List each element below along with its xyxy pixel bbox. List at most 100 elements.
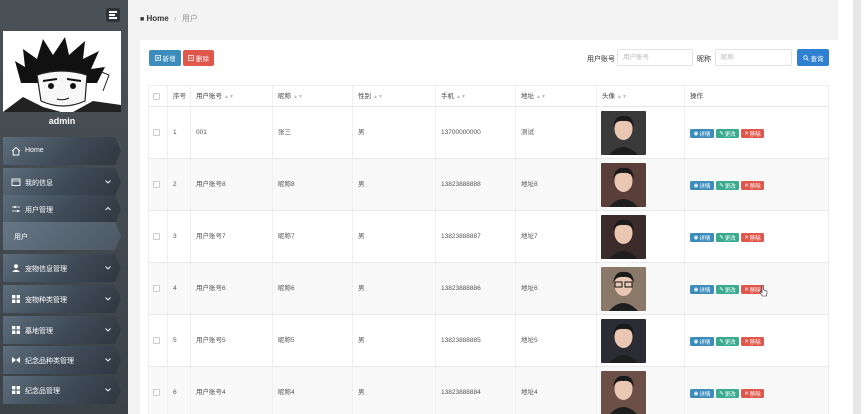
detail-button[interactable]: ◉ 详情	[690, 181, 714, 190]
menu-toggle-icon[interactable]	[106, 8, 120, 22]
scrollbar-thumb[interactable]	[853, 0, 861, 414]
cell-address: 测试	[516, 107, 597, 158]
column-header-address[interactable]: 地址 ▲▼	[516, 86, 597, 106]
close-icon: ✕	[744, 286, 749, 293]
delete-button[interactable]: ✕ 移除	[741, 181, 764, 190]
column-header-nickname[interactable]: 昵称 ▲▼	[273, 86, 353, 106]
detail-button[interactable]: ◉ 详情	[690, 285, 714, 294]
edit-button[interactable]: ✎ 更改	[716, 285, 739, 294]
edit-button[interactable]: ✎ 更改	[716, 233, 739, 242]
add-button[interactable]: 新增	[149, 50, 181, 66]
sidebar-item-home[interactable]: Home	[3, 137, 121, 165]
breadcrumb-home[interactable]: Home	[146, 14, 168, 23]
cell-nickname: 昵称5	[273, 315, 353, 366]
edit-icon: ✎	[719, 182, 724, 189]
close-icon: ✕	[744, 130, 749, 137]
minus-square-icon	[188, 55, 194, 61]
detail-button[interactable]: ◉ 详情	[690, 389, 714, 398]
cell-account: 用户账号7	[191, 211, 273, 262]
home-icon: ■	[140, 16, 145, 23]
delete-button[interactable]: ✕ 移除	[741, 129, 764, 138]
row-checkbox[interactable]	[153, 181, 160, 188]
table-header: 序号 用户账号 ▲▼ 昵称 ▲▼ 性别 ▲▼ 手机 ▲▼ 地址 ▲▼ 头像 ▲▼ 操作	[149, 86, 828, 107]
sidebar-item-pet-info[interactable]: 宠物信息管理	[3, 254, 121, 282]
user-icon	[12, 264, 20, 272]
cell-nickname: 张三	[273, 107, 353, 158]
user-list-panel: 新增 删除 用户账号 昵称 查询 序号 用户账号▲▼ 昵称▲▼ 性别▲▼ 手机▲…	[140, 40, 838, 414]
sidebar-item-cemetery[interactable]: 墓地管理	[3, 316, 121, 344]
row-checkbox[interactable]	[153, 129, 160, 136]
user-avatar-photo	[601, 319, 646, 363]
detail-button[interactable]: ◉ 详情	[690, 233, 714, 242]
table-row[interactable]: 2 用户账号8 昵称8 男 13823888888 地址8 ◉ 详情 ✎ 更改 ✕ 移除	[149, 159, 828, 211]
cell-gender: 男	[353, 211, 436, 262]
nickname-search-input[interactable]	[715, 49, 792, 66]
edit-button[interactable]: ✎ 更改	[716, 129, 739, 138]
table-row[interactable]: 4 用户账号6 昵称6 男 13823888886 地址6 ◉ 详情 ✎ 更改 ✕ 移除	[149, 263, 828, 315]
column-header-phone[interactable]: 手机 ▲▼	[436, 86, 516, 106]
close-icon: ✕	[744, 390, 749, 397]
breadcrumb-current: 用户	[181, 14, 198, 23]
chevron-up-icon	[105, 206, 111, 211]
account-search-input[interactable]	[617, 49, 693, 66]
cell-phone: 13823888884	[436, 367, 516, 414]
eye-icon: ◉	[693, 338, 699, 345]
sidebar-item-label: 纪念品种类管理	[25, 358, 74, 365]
sidebar-item-souvenir[interactable]: 纪念品管理	[3, 376, 121, 404]
chevron-down-icon	[105, 358, 111, 362]
search-button[interactable]: 查询	[797, 49, 829, 66]
batch-delete-button[interactable]: 删除	[183, 50, 214, 66]
table-row[interactable]: 3 用户账号7 昵称7 男 13823888887 地址7 ◉ 详情 ✎ 更改 ✕ 移除	[149, 211, 828, 263]
table-row[interactable]: 1 001 张三男 13700000000 测试 ◉ 详情 ✎ 更改 ✕ 移除	[149, 107, 828, 159]
user-avatar-photo	[601, 215, 646, 259]
table-row[interactable]: 6 用户账号4 昵称4 男 13823888884 地址4 ◉ 详情 ✎ 更改 ✕ 移除	[149, 367, 828, 414]
sidebar-item-label: 宠物信息管理	[25, 266, 67, 273]
cell-index: 4	[168, 263, 191, 314]
cell-address: 地址7	[516, 211, 597, 262]
grid-icon	[12, 386, 20, 394]
cell-index: 1	[168, 107, 191, 158]
cell-index: 6	[168, 367, 191, 414]
eye-icon: ◉	[693, 286, 699, 293]
delete-button[interactable]: ✕ 移除	[741, 233, 764, 242]
detail-button[interactable]: ◉ 详情	[690, 129, 714, 138]
sidebar-item-my-info[interactable]: 我的信息	[3, 168, 121, 196]
delete-button[interactable]: ✕ 移除	[741, 389, 764, 398]
user-avatar-photo	[601, 163, 646, 207]
grid-icon	[12, 295, 20, 303]
edit-button[interactable]: ✎ 更改	[716, 389, 739, 398]
table-row[interactable]: 5 用户账号5 昵称5 男 13823888885 地址5 ◉ 详情 ✎ 更改 ✕ 移除	[149, 315, 828, 367]
eye-icon: ◉	[693, 130, 699, 137]
column-header-actions: 操作	[690, 93, 703, 100]
eye-icon: ◉	[693, 234, 699, 241]
cell-index: 2	[168, 159, 191, 210]
cell-phone: 13700000000	[436, 107, 516, 158]
row-checkbox[interactable]	[153, 389, 160, 396]
row-checkbox[interactable]	[153, 337, 160, 344]
cell-nickname: 昵称4	[273, 367, 353, 414]
grid-icon	[12, 326, 20, 334]
edit-button[interactable]: ✎ 更改	[716, 181, 739, 190]
chevron-down-icon	[105, 297, 111, 301]
chevron-down-icon	[105, 388, 111, 392]
column-header-account[interactable]: 用户账号 ▲▼	[191, 86, 273, 106]
sidebar-item-user-management[interactable]: 用户管理	[3, 195, 121, 223]
delete-button[interactable]: ✕ 移除	[741, 337, 764, 346]
sidebar-item-users[interactable]: 用户	[3, 222, 121, 250]
user-table: 序号 用户账号 ▲▼ 昵称 ▲▼ 性别 ▲▼ 手机 ▲▼ 地址 ▲▼ 头像 ▲▼ 操作 10…	[148, 85, 829, 414]
cell-account: 用户账号5	[191, 315, 273, 366]
cell-phone: 13823888885	[436, 315, 516, 366]
edit-icon: ✎	[719, 234, 724, 241]
sidebar-item-pet-category[interactable]: 宠物种类管理	[3, 285, 121, 313]
column-header-gender[interactable]: 性别 ▲▼	[353, 86, 436, 106]
detail-button[interactable]: ◉ 详情	[690, 337, 714, 346]
select-all-checkbox[interactable]	[153, 93, 160, 100]
admin-avatar	[3, 31, 121, 112]
edit-button[interactable]: ✎ 更改	[716, 337, 739, 346]
column-header-avatar[interactable]: 头像 ▲▼	[597, 86, 685, 106]
sidebar-item-label: 用户管理	[25, 207, 53, 214]
row-checkbox[interactable]	[153, 285, 160, 292]
row-checkbox[interactable]	[153, 233, 160, 240]
sidebar-item-souvenir-category[interactable]: 纪念品种类管理	[3, 346, 121, 374]
eye-icon: ◉	[693, 390, 699, 397]
